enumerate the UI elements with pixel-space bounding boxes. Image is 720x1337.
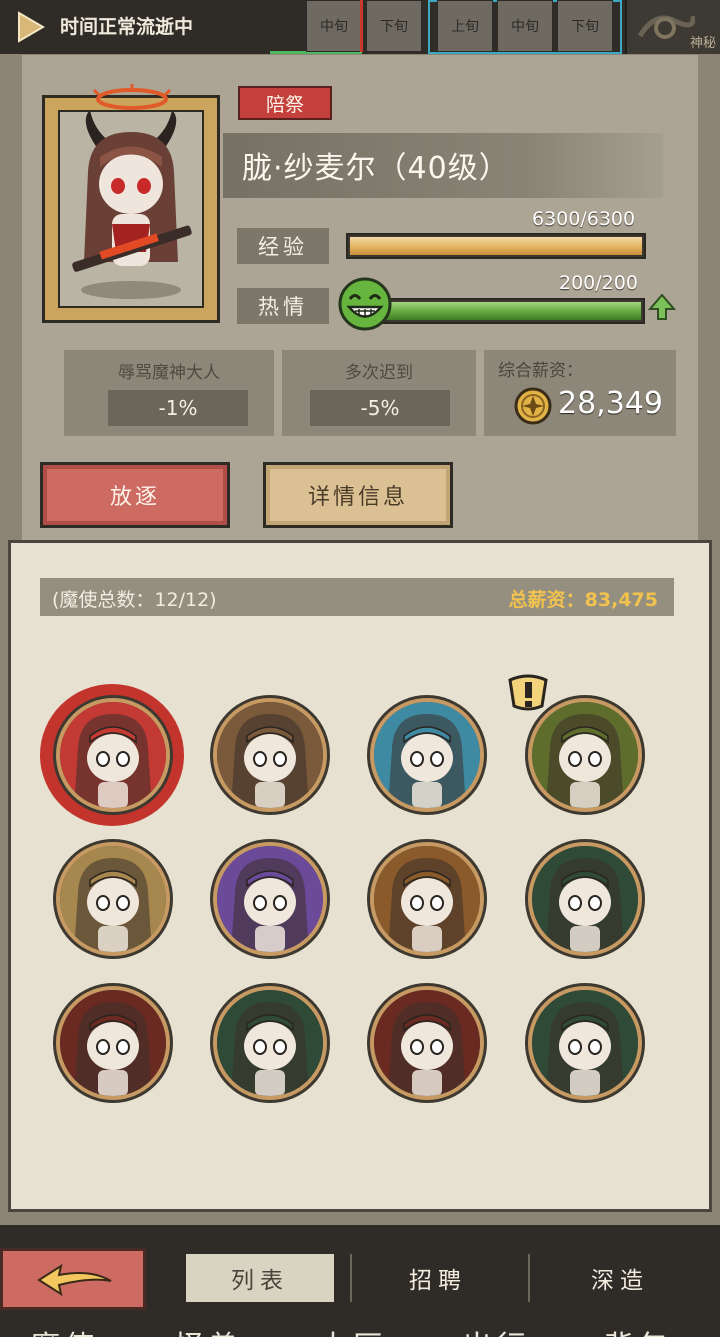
avatar-portrait [217,846,323,952]
back-button[interactable] [0,1248,146,1310]
trait-card-1[interactable]: 辱骂魔神大人 -1% [64,350,274,436]
passion-value: 200/200 [559,272,638,294]
ten-day-late[interactable]: 下旬 [557,0,613,52]
nav-travel[interactable]: 出行 [462,1322,530,1337]
avatar-1[interactable] [56,698,170,812]
avatar-11[interactable] [370,986,484,1100]
passion-bar-fill [379,302,641,320]
trait-name: 多次迟到 [345,363,413,383]
role-badge: 陪祭 [238,86,332,120]
character-name: 胧·纱麦尔（40级） [242,151,510,186]
avatar-portrait [532,990,638,1096]
total-salary: 总薪资：83,475 [508,589,658,611]
demon-count: (魔使总数：12/12) [52,589,217,611]
time-status-text: 时间正常流逝中 [60,16,194,38]
exp-bar [346,233,646,259]
happy-face-icon [338,277,392,331]
bottom-nav: 魔使 怪兽 大厅 出行 背包 [0,1318,720,1337]
avatar-8[interactable] [528,842,642,956]
avatar-portrait [532,846,638,952]
tab-divider [350,1254,352,1302]
avatar-portrait [217,990,323,1096]
avatar-3[interactable] [370,698,484,812]
avatar-6[interactable] [213,842,327,956]
tab-list[interactable]: 列表 [186,1254,334,1302]
avatar-12[interactable] [528,986,642,1100]
avatar-2[interactable] [213,698,327,812]
map-swirl-icon [637,15,695,39]
ten-day-late-prev[interactable]: 下旬 [366,0,422,52]
nav-monsters[interactable]: 怪兽 [174,1322,242,1337]
trait-name: 辱骂魔神大人 [118,363,220,383]
avatar-portrait [60,846,166,952]
trait-value: -5% [310,390,450,426]
trait-value: -1% [108,390,248,426]
time-marker [360,0,363,52]
passion-bar [375,298,645,324]
ten-day-mid-prev[interactable]: 中旬 [306,0,362,52]
nav-backpack[interactable]: 背包 [604,1322,672,1337]
nav-demons[interactable]: 魔使 [30,1322,98,1337]
exp-value: 6300/6300 [532,208,636,230]
back-arrow-icon [37,1263,112,1297]
avatar-portrait [60,702,166,808]
nav-hall[interactable]: 大厅 [318,1322,386,1337]
exp-bar-fill [350,237,642,255]
avatar-portrait [374,846,480,952]
tab-recruit[interactable]: 招聘 [364,1254,512,1302]
ten-day-early[interactable]: 上旬 [437,0,493,52]
avatar-portrait [217,702,323,808]
avatar-10[interactable] [213,986,327,1100]
avatar-7[interactable] [370,842,484,956]
salary-value: 28,349 [558,386,663,421]
trait-card-2[interactable]: 多次迟到 -5% [282,350,476,436]
ten-day-mid[interactable]: 中旬 [497,0,553,52]
passion-label: 热情 [237,288,329,324]
avatar-portrait [374,990,480,1096]
exile-button[interactable]: 放逐 [40,462,230,528]
salary-label: 综合薪资： [498,361,583,381]
coin-icon [514,387,552,425]
tab-divider [528,1254,530,1302]
avatar-5[interactable] [56,842,170,956]
avatar-9[interactable] [56,986,170,1100]
character-portrait [58,110,204,308]
details-button[interactable]: 详情信息 [263,462,453,528]
tab-train[interactable]: 深造 [546,1254,694,1302]
exp-label: 经验 [237,228,329,264]
mini-map-button[interactable]: 神秘 [625,0,720,54]
avatar-portrait [374,702,480,808]
alert-icon [504,672,552,718]
passion-up-arrow-icon [648,293,676,320]
halo-icon [92,84,172,110]
play-icon[interactable] [10,8,48,46]
avatar-portrait [60,990,166,1096]
map-label: 神秘 [689,36,716,51]
